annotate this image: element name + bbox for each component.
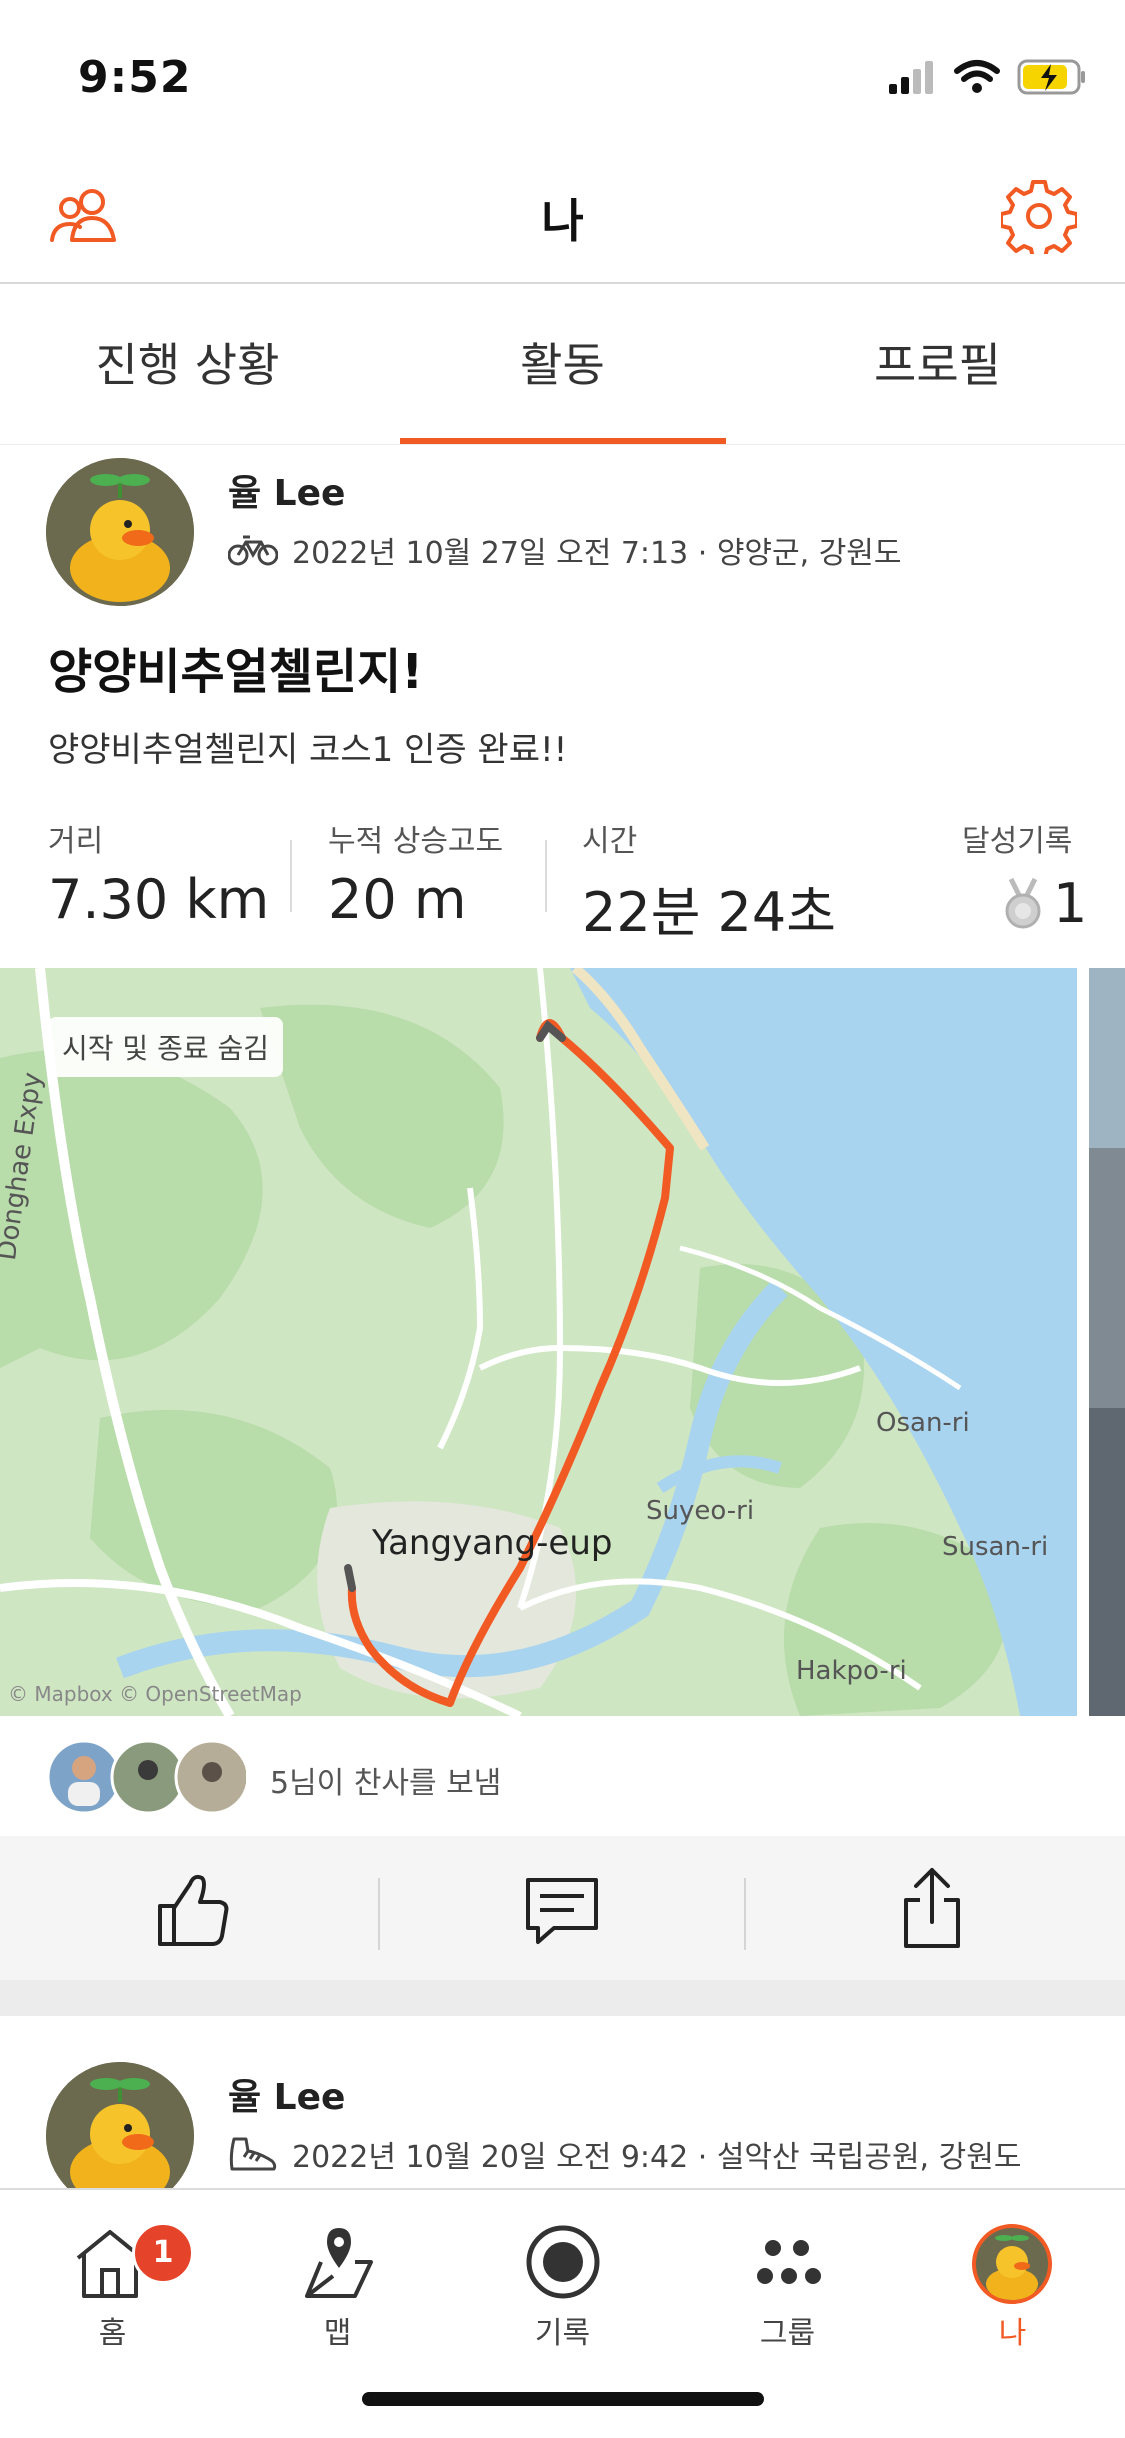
activity-meta-text: 2022년 10월 27일 오전 7:13 · 양양군, 강원도: [292, 536, 902, 571]
achievements-label: 달성기록: [962, 824, 1073, 859]
nav-maps[interactable]: 맵: [225, 2208, 450, 2358]
comment-button[interactable]: [524, 1874, 600, 1950]
nav-you[interactable]: 나: [900, 2208, 1125, 2358]
tab-activities[interactable]: 활동: [375, 329, 750, 395]
elevation-value: 20 m: [328, 868, 467, 931]
athlete-name[interactable]: 율 Lee: [228, 464, 345, 516]
activity-meta-text: 2022년 10월 20일 오전 9:42 · 설악산 국립공원, 강원도: [292, 2140, 1022, 2175]
map-graphic: [0, 968, 1077, 1716]
distance-label: 거리: [48, 824, 104, 859]
time-value: 22분 24초: [582, 881, 836, 944]
share-button[interactable]: [894, 1866, 970, 1950]
route-map[interactable]: Donghae Expy Yangyang-eup Osan-ri Suyeo-…: [0, 968, 1077, 1716]
profile-tabs: 진행 상황 활동 프로필: [0, 284, 1125, 445]
stat-divider: [545, 840, 547, 912]
kudos-avatar-stack: [46, 1739, 250, 1815]
stat-divider: [290, 840, 292, 912]
achievements-count[interactable]: 1: [1003, 872, 1087, 935]
page-title: 나: [541, 194, 584, 248]
nav-maps-label: 맵: [323, 2316, 352, 2351]
home-indicator[interactable]: [362, 2392, 764, 2406]
photo-thumbnail: [1089, 968, 1125, 1716]
medal-icon: [1005, 877, 1041, 928]
top-header: 나: [0, 150, 1125, 284]
status-icons: [887, 58, 1087, 96]
activity-meta: 2022년 10월 20일 오전 9:42 · 설악산 국립공원, 강원도: [228, 2132, 1021, 2176]
record-icon: [526, 2225, 600, 2299]
map-label-yangyang: Yangyang-eup: [372, 1523, 613, 1563]
map-attribution[interactable]: © Mapbox © OpenStreetMap: [8, 1682, 302, 1706]
avatar-icon: [972, 2224, 1052, 2304]
athlete-name[interactable]: 율 Lee: [228, 2068, 345, 2120]
nav-you-label: 나: [998, 2316, 1027, 2351]
hiking-shoe-icon: [229, 2137, 277, 2171]
active-tab-indicator: [400, 438, 726, 444]
share-icon: [904, 1868, 960, 1948]
activity-actions: [0, 1836, 1125, 1980]
duck-avatar-icon: [46, 458, 194, 606]
comment-icon: [526, 1878, 598, 1944]
time-label: 시간: [582, 824, 638, 859]
elevation-label: 누적 상승고도: [328, 824, 504, 859]
notification-badge: 1: [132, 2222, 194, 2284]
map-label-hakpo: Hakpo-ri: [796, 1656, 907, 1686]
groups-icon: [757, 2240, 821, 2284]
action-divider: [744, 1878, 746, 1950]
kudos-button[interactable]: [156, 1872, 232, 1948]
tab-progress[interactable]: 진행 상황: [0, 329, 375, 395]
map-icon: [305, 2228, 373, 2298]
activity-title[interactable]: 양양비추얼첼린지!: [48, 632, 423, 702]
map-label-susan: Susan-ri: [942, 1532, 1049, 1562]
next-photo-preview[interactable]: [1089, 968, 1125, 1716]
map-label-osan: Osan-ri: [876, 1408, 970, 1438]
battery-icon: [1017, 59, 1085, 95]
nav-groups-label: 그룹: [759, 2316, 816, 2351]
activity-description: 양양비추얼첼린지 코스1 인증 완료!!: [48, 730, 568, 770]
signal-icon: [889, 61, 933, 94]
status-time: 9:52: [78, 52, 192, 103]
nav-groups[interactable]: 그룹: [675, 2208, 900, 2358]
hide-start-end-button[interactable]: 시작 및 종료 숨김: [48, 1017, 284, 1077]
settings-button[interactable]: [999, 178, 1079, 260]
thumbs-up-icon: [158, 1874, 229, 1946]
nav-record[interactable]: 기록: [450, 2208, 675, 2358]
achievements-value: 1: [1053, 872, 1088, 935]
athlete-avatar[interactable]: [46, 458, 194, 606]
bike-icon: [228, 535, 278, 566]
kudos-avatars[interactable]: [46, 1738, 250, 1816]
distance-value: 7.30 km: [48, 868, 270, 931]
map-label-suyeo: Suyeo-ri: [646, 1496, 755, 1526]
nav-record-label: 기록: [534, 2316, 591, 2351]
action-divider: [378, 1878, 380, 1950]
feed-separator: [0, 1980, 1125, 2016]
nav-home-label: 홈: [98, 2316, 127, 2351]
wifi-icon: [954, 60, 1000, 93]
activity-meta: 2022년 10월 27일 오전 7:13 · 양양군, 강원도: [228, 528, 902, 572]
kudos-text[interactable]: 5님이 찬사를 보냄: [270, 1758, 501, 1802]
nav-home[interactable]: 1 홈: [0, 2208, 225, 2358]
gear-icon: [999, 180, 1079, 260]
tab-profile[interactable]: 프로필: [750, 329, 1125, 395]
